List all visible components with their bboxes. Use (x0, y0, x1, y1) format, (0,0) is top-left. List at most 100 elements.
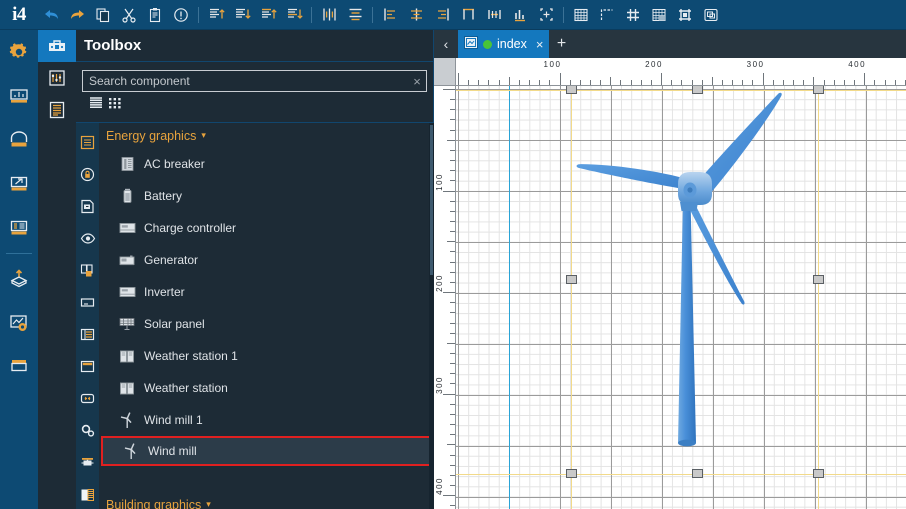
resize-handle-w[interactable] (566, 275, 577, 284)
grid-settings-button[interactable] (646, 2, 672, 28)
sidebar-item-trends[interactable] (0, 301, 38, 345)
cut-button[interactable] (116, 2, 142, 28)
category-security[interactable] (76, 158, 99, 190)
close-icon[interactable]: × (536, 37, 544, 52)
category-input[interactable] (76, 286, 99, 318)
list-view-toggle[interactable] (89, 96, 103, 113)
same-size-button[interactable] (507, 2, 533, 28)
category-visibility[interactable] (76, 222, 99, 254)
canvas-guide-vertical[interactable] (509, 86, 510, 509)
align-right-button[interactable] (429, 2, 455, 28)
tab-structure[interactable] (38, 94, 76, 126)
chevron-down-icon[interactable]: ▾ (206, 499, 211, 509)
ruler-tick (630, 80, 632, 85)
ruler-tick (894, 80, 896, 85)
component-wind-mill[interactable]: Wind mill (101, 436, 432, 466)
sidebar-item-export[interactable] (0, 162, 38, 206)
info-button[interactable] (168, 2, 194, 28)
toolbar-separator (563, 6, 564, 23)
sidebar-item-settings[interactable] (0, 30, 38, 74)
component-wind-mill-1[interactable]: Wind mill 1 (99, 404, 434, 436)
sidebar-item-dashboard[interactable] (0, 74, 38, 118)
tab-scroll-prev-button[interactable]: ‹ (434, 30, 458, 58)
ruler-tick (450, 251, 455, 253)
grid-view-toggle[interactable] (108, 96, 122, 113)
resize-handle-e[interactable] (813, 275, 824, 284)
resize-handle-sw[interactable] (566, 469, 577, 478)
category-energy-graphics[interactable] (76, 126, 99, 158)
copy-button[interactable] (90, 2, 116, 28)
group-header-energy-graphics[interactable]: Energy graphics ▾ (99, 123, 434, 148)
component-inverter[interactable]: Inverter (99, 276, 434, 308)
search-input[interactable] (83, 74, 408, 88)
scrollbar-thumb[interactable] (430, 125, 433, 275)
editor-tab-index[interactable]: index × (458, 30, 550, 58)
status-badge (483, 39, 492, 49)
sidebar-item-pages[interactable] (0, 345, 38, 389)
tab-toolbox[interactable] (38, 30, 76, 62)
add-tab-button[interactable]: + (549, 30, 573, 58)
ruler-tick (529, 80, 531, 85)
component-charge-controller[interactable]: Charge controller (99, 212, 434, 244)
ruler-tick (450, 261, 455, 263)
category-process[interactable] (76, 414, 99, 446)
component-generator[interactable]: Generator (99, 244, 434, 276)
ruler-tick (450, 464, 455, 466)
component-weather-station-1[interactable]: Weather station 1 (99, 340, 434, 372)
ruler-label: 300 (435, 375, 444, 394)
undo-button[interactable] (38, 2, 64, 28)
resize-handle-ne[interactable] (813, 86, 824, 94)
distribute-horizontal-button[interactable] (316, 2, 342, 28)
component-label: Battery (144, 189, 183, 203)
category-media[interactable] (76, 190, 99, 222)
clear-search-icon[interactable]: × (408, 75, 426, 88)
ruler-corner[interactable] (434, 58, 456, 86)
resize-handle-s[interactable] (692, 469, 703, 478)
ruler-button[interactable] (594, 2, 620, 28)
align-middle-up-button[interactable] (255, 2, 281, 28)
horizontal-ruler[interactable]: 100 200 300 400 (456, 58, 906, 86)
design-canvas[interactable] (456, 86, 906, 509)
paste-button[interactable] (142, 2, 168, 28)
category-library[interactable] (76, 254, 99, 286)
component-list[interactable]: Energy graphics ▾ AC breaker Battery Cha… (99, 123, 434, 509)
wind-turbine-object[interactable] (566, 88, 826, 478)
page-editor-icon (464, 36, 478, 52)
vertical-ruler[interactable]: 100 200 300 400 (434, 86, 456, 509)
sidebar-item-deploy[interactable] (0, 257, 38, 301)
group-header-building-graphics[interactable]: Building graphics ▾ (99, 492, 211, 509)
category-building[interactable] (76, 478, 99, 509)
category-valve[interactable] (76, 446, 99, 478)
align-top-button[interactable] (203, 2, 229, 28)
deploy-box-icon (10, 269, 28, 288)
ruler-tick (450, 505, 455, 507)
same-height-button[interactable] (481, 2, 507, 28)
component-weather-station[interactable]: Weather station (99, 372, 434, 404)
category-window[interactable] (76, 350, 99, 382)
align-middle-down-button[interactable] (281, 2, 307, 28)
group-objects-button[interactable] (698, 2, 724, 28)
snap-grid-button[interactable] (620, 2, 646, 28)
sidebar-item-reports[interactable] (0, 206, 38, 250)
align-bottom-button[interactable] (229, 2, 255, 28)
chevron-down-icon[interactable]: ▾ (201, 130, 206, 141)
search-box[interactable]: × (82, 70, 427, 92)
snap-object-button[interactable] (672, 2, 698, 28)
grid-button[interactable] (568, 2, 594, 28)
resize-handle-se[interactable] (813, 469, 824, 478)
category-link[interactable] (76, 382, 99, 414)
same-width-button[interactable] (455, 2, 481, 28)
component-solar-panel[interactable]: Solar panel (99, 308, 434, 340)
resize-handle-nw[interactable] (566, 86, 577, 94)
category-table[interactable] (76, 318, 99, 350)
component-battery[interactable]: Battery (99, 180, 434, 212)
tab-properties[interactable] (38, 62, 76, 94)
fit-selection-button[interactable] (533, 2, 559, 28)
distribute-vertical-button[interactable] (342, 2, 368, 28)
align-center-button[interactable] (403, 2, 429, 28)
component-ac-breaker[interactable]: AC breaker (99, 148, 434, 180)
resize-handle-n[interactable] (692, 86, 703, 94)
sidebar-item-archive[interactable] (0, 118, 38, 162)
align-left-button[interactable] (377, 2, 403, 28)
redo-button[interactable] (64, 2, 90, 28)
